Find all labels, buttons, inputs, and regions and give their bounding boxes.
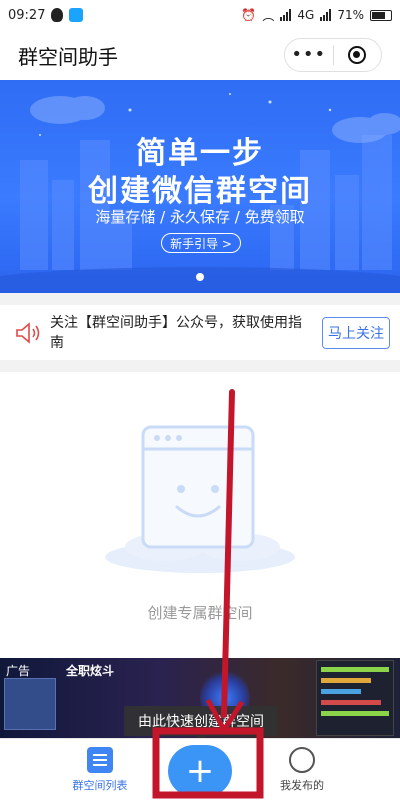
signal-icon bbox=[280, 9, 292, 21]
plus-icon: + bbox=[185, 751, 215, 791]
tab-my-posts[interactable]: 我发布的 bbox=[262, 747, 342, 793]
notice-bar: 关注【群空间助手】公众号，获取使用指南 马上关注 bbox=[0, 305, 400, 360]
banner-headline-2: 创建微信群空间 bbox=[88, 174, 312, 209]
tab-space-list[interactable]: 群空间列表 bbox=[60, 747, 140, 793]
empty-state: 创建专属群空间 bbox=[0, 372, 400, 658]
speaker-icon bbox=[16, 321, 40, 344]
notice-text: 关注【群空间助手】公众号，获取使用指南 bbox=[50, 314, 302, 351]
tab-space-list-label: 群空间列表 bbox=[72, 779, 128, 792]
wifi-icon: ︵ bbox=[262, 8, 275, 23]
battery-percent: 71% bbox=[337, 8, 364, 22]
tooltip-text: 由此快速创建群空间 bbox=[138, 714, 264, 730]
ad-stats-panel bbox=[316, 660, 394, 736]
network-type: 4G bbox=[297, 8, 315, 22]
signal-icon-2 bbox=[320, 9, 332, 21]
status-time: 09:27 bbox=[8, 7, 46, 23]
create-tooltip: 由此快速创建群空间 bbox=[124, 706, 278, 742]
banner-subtitle: 海量存储 / 永久保存 / 免费领取 bbox=[95, 208, 305, 226]
close-button[interactable] bbox=[334, 39, 382, 71]
create-space-button[interactable]: + bbox=[168, 745, 232, 797]
ad-game-title: 全职炫斗 bbox=[66, 664, 115, 678]
mini-program-capsule: ••• bbox=[284, 38, 382, 72]
newbie-guide-button[interactable]: 新手引导 > bbox=[161, 233, 241, 253]
target-close-icon bbox=[348, 46, 367, 64]
more-dots-icon: ••• bbox=[291, 44, 327, 65]
app-notification-icon bbox=[69, 8, 84, 22]
carousel-dot[interactable] bbox=[196, 273, 204, 281]
empty-space-illustration bbox=[105, 425, 295, 573]
follow-now-button[interactable]: 马上关注 bbox=[322, 316, 390, 349]
ad-tag: 广告 bbox=[6, 664, 31, 678]
alarm-icon: ⏰ bbox=[241, 8, 257, 22]
title-bar: 群空间助手 ••• bbox=[0, 30, 400, 80]
qq-icon bbox=[51, 8, 64, 22]
tab-my-posts-label: 我发布的 bbox=[280, 779, 324, 792]
page-title: 群空间助手 bbox=[18, 44, 118, 69]
more-button[interactable]: ••• bbox=[285, 39, 333, 71]
status-bar: 09:27 ⏰ ︵ 4G 71% bbox=[0, 0, 400, 30]
ad-thumbnail bbox=[4, 678, 56, 730]
promo-banner[interactable]: 简单一步 创建微信群空间 海量存储 / 永久保存 / 免费领取 新手引导 > bbox=[0, 80, 400, 293]
user-icon bbox=[289, 747, 315, 773]
battery-icon bbox=[370, 9, 392, 21]
empty-state-label: 创建专属群空间 bbox=[147, 604, 253, 622]
list-icon bbox=[87, 747, 113, 773]
